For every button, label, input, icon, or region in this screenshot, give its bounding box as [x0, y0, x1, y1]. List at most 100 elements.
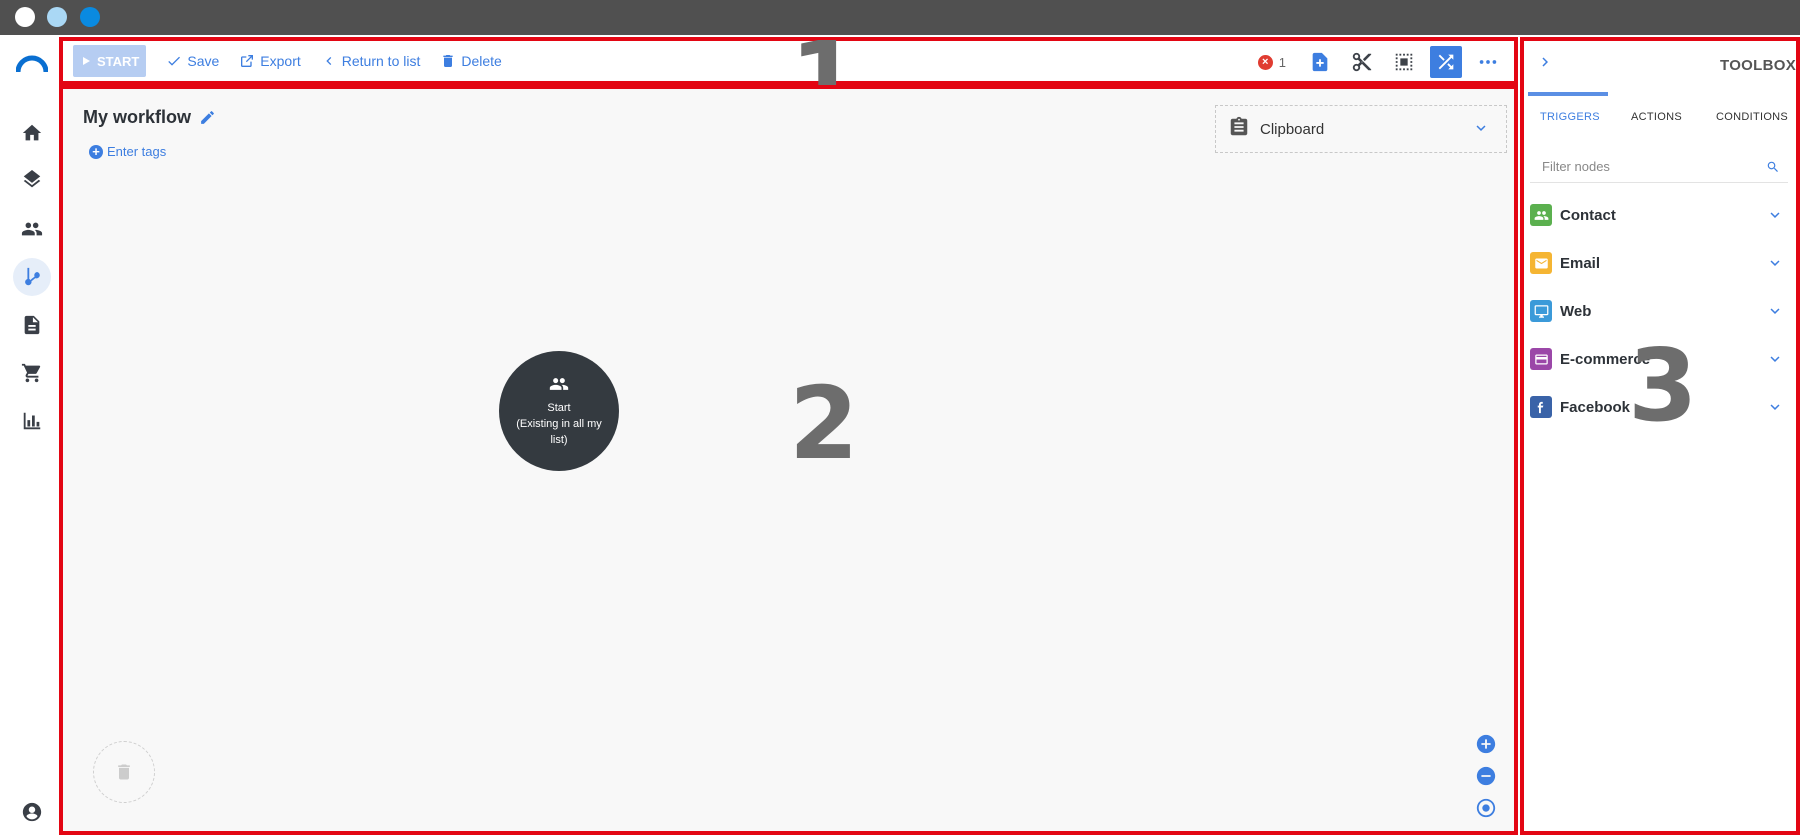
- chevron-right-icon[interactable]: [1536, 53, 1554, 76]
- chevron-down-icon: [1472, 119, 1490, 142]
- facebook-icon: [1530, 396, 1552, 418]
- window-minimize-button[interactable]: [47, 7, 67, 27]
- nav-home[interactable]: [13, 114, 51, 152]
- error-indicator[interactable]: × 1: [1257, 54, 1286, 70]
- scissors-icon: [1352, 52, 1372, 72]
- window-close-button[interactable]: [15, 7, 35, 27]
- return-to-list-button[interactable]: Return to list: [321, 46, 421, 76]
- more-options-button[interactable]: [1472, 46, 1504, 78]
- tab-actions[interactable]: ACTIONS: [1631, 111, 1682, 123]
- category-contact[interactable]: Contact: [1530, 201, 1788, 229]
- error-icon: ×: [1257, 54, 1273, 70]
- delete-drop-zone[interactable]: [93, 741, 155, 803]
- contacts-icon: [21, 222, 43, 236]
- export-button[interactable]: Export: [239, 46, 301, 76]
- shuffle-icon: [1438, 54, 1454, 70]
- start-button-label: START: [97, 53, 140, 69]
- workflow-canvas[interactable]: My workflow + Enter tags Clipboard Start…: [59, 85, 1518, 835]
- left-nav: [0, 35, 59, 835]
- search-icon[interactable]: [1766, 160, 1780, 174]
- category-label: Contact: [1560, 206, 1616, 224]
- add-note-button[interactable]: [1304, 46, 1336, 78]
- layers-icon: [23, 170, 41, 188]
- zoom-in-button[interactable]: [1475, 733, 1497, 755]
- clipboard-dropdown[interactable]: Clipboard: [1215, 105, 1507, 153]
- category-label: Web: [1560, 302, 1592, 320]
- toolbar-actions: × 1: [1257, 45, 1504, 79]
- contacts-icon: [1530, 204, 1552, 226]
- region-number-2: 2: [789, 365, 859, 482]
- trash-icon: [118, 764, 130, 780]
- delete-button-label: Delete: [461, 53, 502, 69]
- filter-placeholder: Filter nodes: [1542, 159, 1610, 174]
- mail-icon: [1530, 252, 1552, 274]
- nav-contacts[interactable]: [13, 210, 51, 248]
- zoom-in-icon: [1476, 734, 1496, 754]
- start-node[interactable]: Start (Existing in all my list): [499, 351, 619, 471]
- category-email[interactable]: Email: [1530, 249, 1788, 277]
- toolbox-tabs: TRIGGERS ACTIONS CONDITIONS: [1524, 99, 1796, 135]
- nav-ecommerce[interactable]: [13, 354, 51, 392]
- recenter-button[interactable]: [1475, 797, 1497, 819]
- window-maximize-button[interactable]: [80, 7, 100, 27]
- select-area-button[interactable]: [1388, 46, 1420, 78]
- clipboard-label: Clipboard: [1260, 120, 1325, 138]
- enter-tags-label: Enter tags: [107, 144, 167, 159]
- error-count: 1: [1278, 54, 1286, 70]
- tab-conditions[interactable]: CONDITIONS: [1716, 111, 1788, 123]
- brand-logo-icon[interactable]: [16, 54, 48, 74]
- home-icon: [22, 124, 42, 141]
- return-button-label: Return to list: [341, 53, 421, 69]
- chevron-down-icon: [1766, 206, 1784, 229]
- nav-workflows[interactable]: [13, 258, 51, 296]
- auto-layout-button[interactable]: [1430, 46, 1462, 78]
- zoom-out-button[interactable]: [1475, 765, 1497, 787]
- chart-icon: [23, 412, 41, 430]
- pencil-icon[interactable]: [199, 109, 216, 126]
- workflow-title[interactable]: My workflow: [83, 107, 216, 128]
- start-button[interactable]: START: [73, 45, 147, 77]
- workflow-title-text: My workflow: [83, 107, 192, 127]
- workflow-toolbar: START Save Export Return to list Delete …: [59, 29, 1518, 129]
- tab-triggers[interactable]: TRIGGERS: [1540, 111, 1600, 123]
- filter-nodes-input[interactable]: Filter nodes: [1530, 151, 1788, 183]
- add-note-icon: [1312, 52, 1328, 72]
- cut-button[interactable]: [1346, 46, 1378, 78]
- region-number-3: 3: [1628, 327, 1698, 444]
- nav-statistics[interactable]: [13, 402, 51, 440]
- clipboard-icon: [1228, 116, 1250, 143]
- toolbox-header: TOOLBOX: [1524, 41, 1796, 87]
- account-icon: [22, 802, 42, 822]
- enter-tags-button[interactable]: + Enter tags: [89, 144, 166, 159]
- nav-campaigns[interactable]: [13, 162, 51, 200]
- monitor-icon: [1530, 300, 1552, 322]
- category-web[interactable]: Web: [1530, 297, 1788, 325]
- zoom-out-icon: [1476, 766, 1496, 786]
- export-icon: [241, 55, 254, 67]
- save-button-label: Save: [187, 53, 220, 69]
- chevron-down-icon: [1766, 398, 1784, 421]
- start-node-subtitle: (Existing in all my list): [516, 418, 602, 446]
- delete-button[interactable]: Delete: [440, 46, 502, 76]
- nav-account[interactable]: [13, 793, 51, 831]
- chevron-down-icon: [1766, 254, 1784, 277]
- toolbox-title: TOOLBOX: [1720, 57, 1796, 74]
- category-label: Facebook: [1560, 398, 1631, 416]
- window-titlebar: [0, 0, 1800, 35]
- cart-icon: [21, 363, 41, 383]
- add-circle-icon: +: [89, 144, 103, 159]
- trash-icon: [443, 55, 454, 67]
- toolbox-panel: TOOLBOX TRIGGERS ACTIONS CONDITIONS Filt…: [1520, 37, 1800, 835]
- workflow-icon: [25, 267, 40, 286]
- chevron-down-icon: [1766, 350, 1784, 373]
- active-tab-indicator: [1528, 92, 1608, 96]
- select-area-icon: [1395, 53, 1413, 71]
- target-icon: [1476, 798, 1496, 818]
- chevron-left-icon: [326, 57, 332, 65]
- save-button[interactable]: Save: [166, 46, 219, 76]
- nav-documents[interactable]: [13, 306, 51, 344]
- category-label: Email: [1560, 254, 1601, 272]
- chevron-down-icon: [1766, 302, 1784, 325]
- card-icon: [1530, 348, 1552, 370]
- check-icon: [168, 56, 181, 66]
